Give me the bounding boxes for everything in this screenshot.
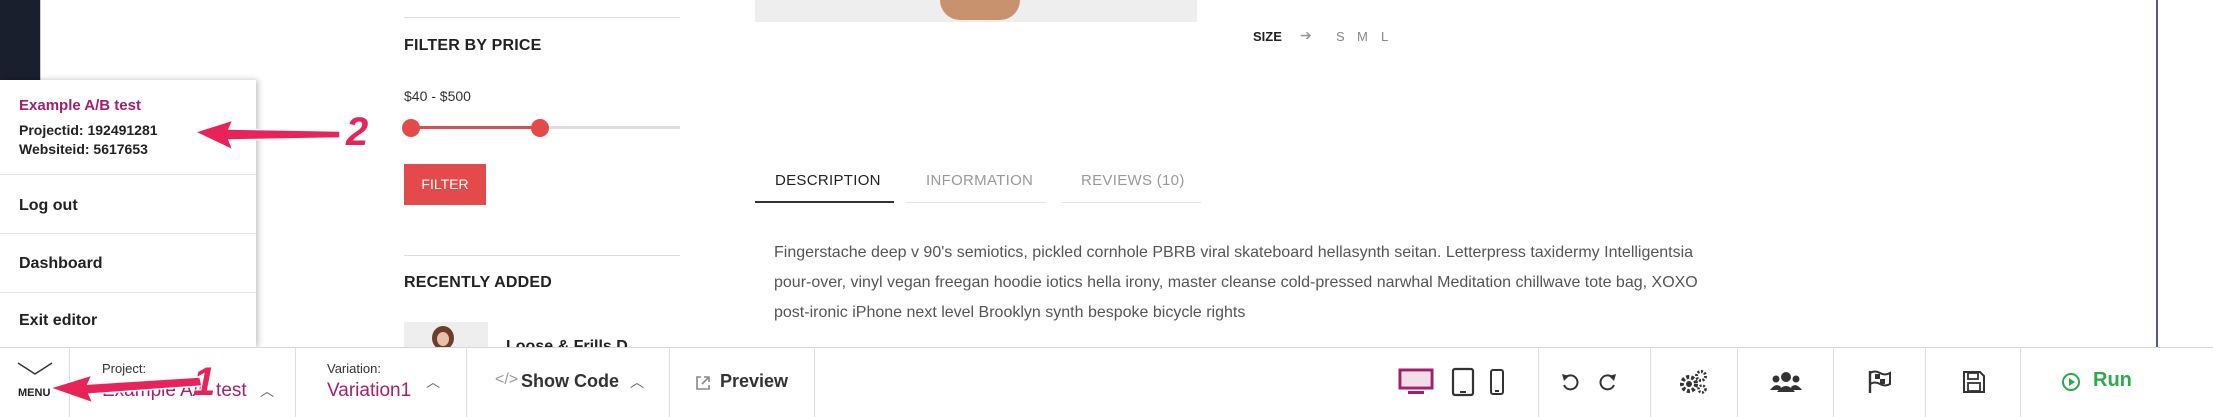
editor-screen: SIZE ➔ S M L FILTER BY PRICE $40 - $500 … xyxy=(0,0,2213,417)
annotation-arrow-2 xyxy=(192,118,341,152)
annotation-number-2: 2 xyxy=(346,110,369,154)
annotation-number-1: 1 xyxy=(193,360,216,404)
annotation-arrow-1 xyxy=(47,373,203,405)
annotation-arrows xyxy=(47,118,341,405)
